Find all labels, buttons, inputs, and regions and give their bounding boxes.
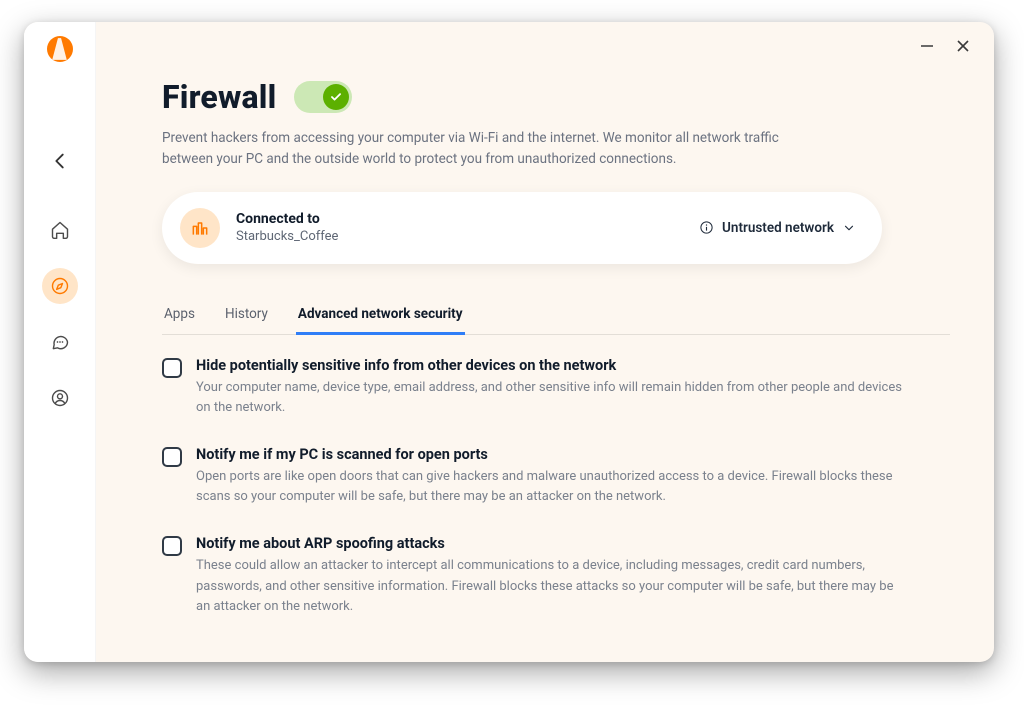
- sidebar: [24, 22, 96, 662]
- network-trust-dropdown[interactable]: Untrusted network: [699, 220, 856, 236]
- setting-description: Your computer name, device type, email a…: [196, 378, 902, 418]
- nav-list: [42, 212, 78, 416]
- connection-name: Starbucks_Coffee: [236, 229, 699, 244]
- nav-explore[interactable]: [42, 268, 78, 304]
- connection-info: Connected to Starbucks_Coffee: [236, 211, 699, 244]
- tab-apps[interactable]: Apps: [162, 298, 197, 335]
- tab-history[interactable]: History: [223, 298, 270, 335]
- settings-list: Hide potentially sensitive info from oth…: [162, 357, 902, 617]
- setting-title: Notify me if my PC is scanned for open p…: [196, 446, 902, 463]
- page-description: Prevent hackers from accessing your comp…: [162, 128, 802, 170]
- app-window: Firewall Prevent hackers from accessing …: [24, 22, 994, 662]
- nav-messages[interactable]: [42, 324, 78, 360]
- checkbox-hide-info[interactable]: [162, 358, 182, 378]
- main-content: Firewall Prevent hackers from accessing …: [96, 22, 994, 662]
- setting-description: Open ports are like open doors that can …: [196, 467, 902, 507]
- tab-bar: Apps History Advanced network security: [162, 298, 950, 335]
- connection-label: Connected to: [236, 211, 699, 227]
- checkbox-port-scan[interactable]: [162, 447, 182, 467]
- setting-item: Hide potentially sensitive info from oth…: [162, 357, 902, 418]
- network-icon: [180, 208, 220, 248]
- minimize-button[interactable]: [920, 39, 934, 53]
- checkbox-arp-spoof[interactable]: [162, 536, 182, 556]
- window-controls: [920, 22, 994, 70]
- firewall-toggle[interactable]: [294, 81, 352, 113]
- chevron-down-icon: [842, 221, 856, 235]
- nav-account[interactable]: [42, 380, 78, 416]
- setting-description: These could allow an attacker to interce…: [196, 556, 902, 616]
- setting-item: Notify me about ARP spoofing attacks The…: [162, 535, 902, 616]
- page-header: Firewall: [162, 78, 950, 116]
- page-title: Firewall: [162, 78, 276, 116]
- app-logo-icon: [47, 36, 73, 62]
- setting-title: Notify me about ARP spoofing attacks: [196, 535, 902, 552]
- connection-card: Connected to Starbucks_Coffee Untrusted …: [162, 192, 882, 264]
- network-trust-label: Untrusted network: [722, 220, 834, 236]
- info-icon: [699, 220, 714, 235]
- back-button[interactable]: [45, 146, 75, 176]
- setting-item: Notify me if my PC is scanned for open p…: [162, 446, 902, 507]
- check-icon: [323, 84, 349, 110]
- setting-title: Hide potentially sensitive info from oth…: [196, 357, 902, 374]
- close-button[interactable]: [956, 39, 970, 53]
- tab-advanced[interactable]: Advanced network security: [296, 298, 465, 335]
- nav-home[interactable]: [42, 212, 78, 248]
